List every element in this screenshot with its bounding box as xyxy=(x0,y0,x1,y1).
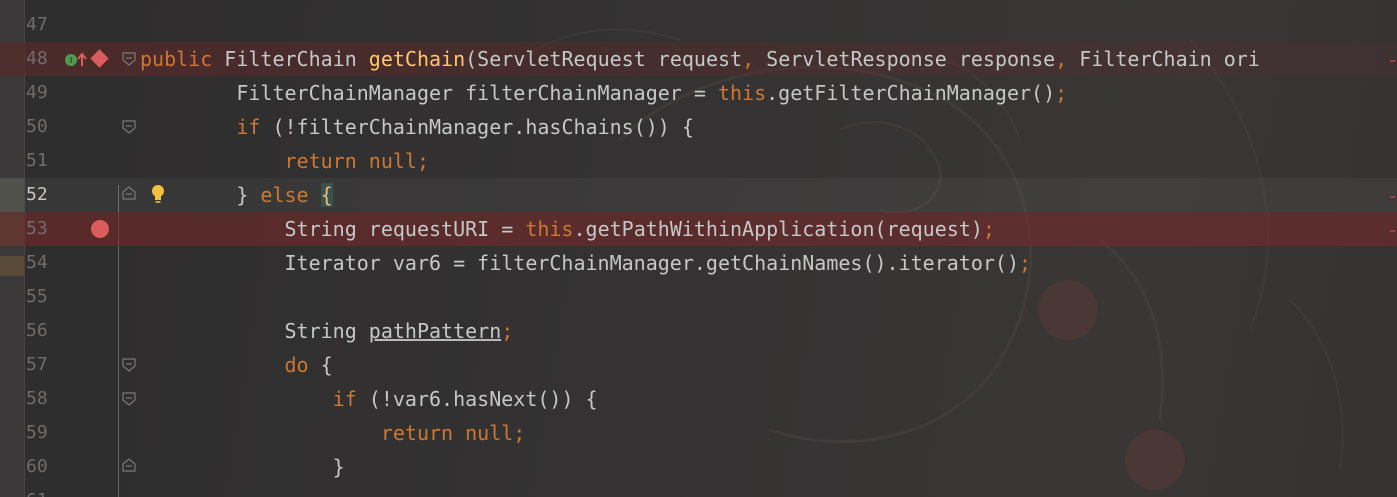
code-token: (ServletRequest request xyxy=(465,47,743,71)
code-token: ; xyxy=(501,319,514,343)
code-editor[interactable]: 47 48 I public FilterChain getChain(Serv… xyxy=(0,0,1397,497)
code-token: , xyxy=(742,47,755,71)
code-token: ; xyxy=(1019,251,1032,275)
code-text[interactable]: public FilterChain getChain(ServletReque… xyxy=(140,42,1260,76)
code-line[interactable]: 59 return null; xyxy=(0,416,1397,450)
method-breakpoint-diamond-icon[interactable] xyxy=(90,49,109,68)
code-token: (!var6.hasNext()) { xyxy=(356,387,598,411)
code-token: if xyxy=(236,115,261,139)
line-number: 50 xyxy=(26,116,48,137)
line-number: 57 xyxy=(26,354,48,375)
code-token: this xyxy=(525,217,574,241)
fold-marker-icon[interactable] xyxy=(122,392,136,406)
code-line-current[interactable]: 52 } else { xyxy=(0,178,1397,212)
code-token: ; xyxy=(1055,81,1068,105)
code-text[interactable]: return null; xyxy=(140,144,430,178)
fold-marker-icon[interactable] xyxy=(122,120,136,134)
code-token: if xyxy=(332,387,357,411)
line-number: 52 xyxy=(26,184,48,205)
code-text[interactable]: } xyxy=(140,450,345,484)
line-number: 54 xyxy=(26,252,48,273)
code-token: } xyxy=(140,183,261,207)
code-token: getChain xyxy=(368,47,466,71)
code-text[interactable]: FilterChainManager filterChainManager = … xyxy=(140,76,1067,110)
line-number: 51 xyxy=(26,150,48,171)
code-token: pathPattern xyxy=(368,319,502,343)
line-number: 48 xyxy=(26,48,48,69)
code-line[interactable]: 58 if (!var6.hasNext()) { xyxy=(0,382,1397,416)
fold-marker-icon[interactable] xyxy=(122,458,136,472)
code-token: } xyxy=(140,455,345,479)
code-line[interactable]: 55 xyxy=(0,280,1397,314)
code-token: (!filterChainManager.hasChains()) { xyxy=(260,115,694,139)
code-token: { xyxy=(308,353,333,377)
fold-marker-icon[interactable] xyxy=(122,52,136,66)
code-token: public xyxy=(140,47,213,71)
error-stripe-mark[interactable] xyxy=(1390,230,1395,232)
code-line[interactable]: 47 xyxy=(0,8,1397,42)
code-token: .getFilterChainManager() xyxy=(766,81,1056,105)
error-stripe-mark[interactable] xyxy=(1390,60,1395,62)
fold-marker-icon[interactable] xyxy=(122,358,136,372)
breakpoint-dot-icon[interactable] xyxy=(91,220,109,238)
code-line[interactable]: 49 FilterChainManager filterChainManager… xyxy=(0,76,1397,110)
svg-text:I: I xyxy=(70,56,72,65)
code-token: .getPathWithinApplication(request) xyxy=(573,217,983,241)
code-line[interactable]: 61 xyxy=(0,484,1397,497)
line-number: 58 xyxy=(26,388,48,409)
code-text[interactable]: String requestURI = this.getPathWithinAp… xyxy=(140,212,995,246)
code-text[interactable]: } else { xyxy=(140,178,333,212)
code-text[interactable]: if (!var6.hasNext()) { xyxy=(140,382,598,416)
line-number: 60 xyxy=(26,456,48,477)
code-text[interactable]: do { xyxy=(140,348,333,382)
code-token: ServletResponse response xyxy=(754,47,1056,71)
code-line[interactable]: 51 return null; xyxy=(0,144,1397,178)
fold-marker-icon[interactable] xyxy=(122,186,136,200)
code-token: String requestURI = xyxy=(140,217,526,241)
code-token: FilterChainManager filterChainManager = xyxy=(140,81,718,105)
code-token: FilterChain ori xyxy=(1067,47,1260,71)
code-line-breakpoint[interactable]: 53 String requestURI = this.getPathWithi… xyxy=(0,212,1397,246)
code-token: String xyxy=(140,319,369,343)
line-number: 61 xyxy=(26,484,60,497)
code-line[interactable]: 56 String pathPattern; xyxy=(0,314,1397,348)
code-line[interactable]: 60 } xyxy=(0,450,1397,484)
code-text[interactable]: return null; xyxy=(140,416,526,450)
code-text[interactable]: Iterator var6 = filterChainManager.getCh… xyxy=(140,246,1031,280)
line-number: 47 xyxy=(26,14,48,35)
code-token: ; xyxy=(982,217,995,241)
code-text[interactable]: if (!filterChainManager.hasChains()) { xyxy=(140,110,694,144)
error-stripe-mark[interactable] xyxy=(1390,196,1395,198)
code-token: ; xyxy=(416,149,429,173)
line-number: 49 xyxy=(26,82,48,103)
code-token: do xyxy=(284,353,309,377)
line-number: 53 xyxy=(26,218,48,239)
code-token: FilterChain xyxy=(212,47,369,71)
line-number: 55 xyxy=(26,286,48,307)
code-line[interactable]: 57 do { xyxy=(0,348,1397,382)
line-number: 56 xyxy=(26,320,48,341)
code-token: ; xyxy=(513,421,526,445)
line-number: 59 xyxy=(26,422,48,443)
code-line[interactable]: 48 I public FilterChain getChain(Servlet… xyxy=(0,42,1397,76)
code-token: , xyxy=(1055,47,1068,71)
code-token: this xyxy=(717,81,767,105)
code-token: else xyxy=(260,183,309,207)
code-token: { xyxy=(320,183,333,207)
code-text[interactable]: String pathPattern; xyxy=(140,314,513,348)
code-token: return null xyxy=(380,421,514,445)
code-line[interactable]: 50 if (!filterChainManager.hasChains()) … xyxy=(0,110,1397,144)
code-line[interactable]: 54 Iterator var6 = filterChainManager.ge… xyxy=(0,246,1397,280)
implements-up-arrow-icon[interactable]: I xyxy=(64,52,90,68)
code-token: Iterator var6 = filterChainManager.getCh… xyxy=(140,251,1019,275)
code-token: return null xyxy=(284,149,417,173)
